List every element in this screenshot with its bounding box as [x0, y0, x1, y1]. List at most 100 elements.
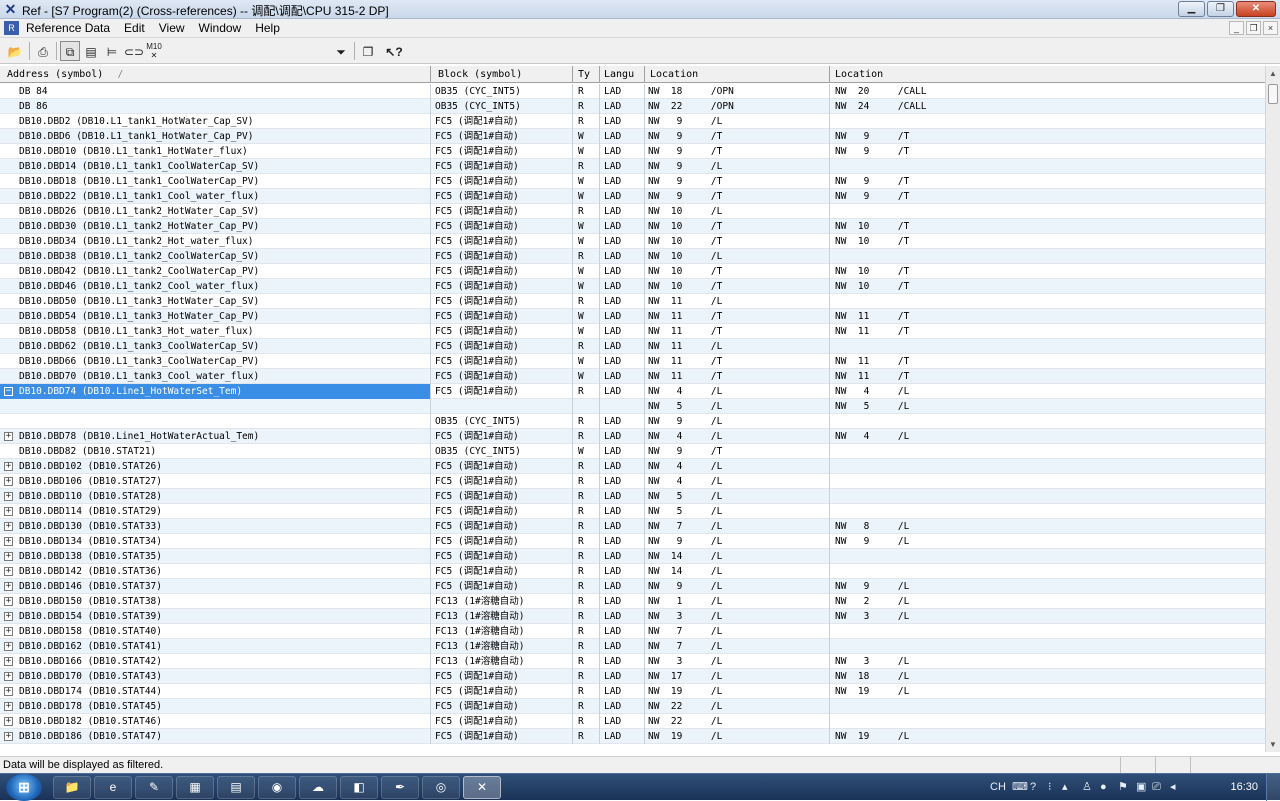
table-row[interactable]: + DB10.DBD114 (DB10.STAT29) FC5 (调配1#自动) R L…	[0, 504, 1265, 519]
unused-symbols-icon[interactable]: ⊂⊃	[123, 41, 144, 61]
expand-icon[interactable]: +	[4, 642, 13, 651]
help-pointer-icon[interactable]: ↖?	[384, 41, 404, 61]
table-row[interactable]: + DB10.DBD154 (DB10.STAT39) FC13 (1#溶糖自动) R…	[0, 609, 1265, 624]
table-row[interactable]: + DB10.DBD178 (DB10.STAT45) FC5 (调配1#自动) R L…	[0, 699, 1265, 714]
table-row[interactable]: + DB10.DBD174 (DB10.STAT44) FC5 (调配1#自动) R L…	[0, 684, 1265, 699]
ime-settings-icon[interactable]: ⁝	[1048, 780, 1052, 794]
table-row[interactable]: + DB10.DBD146 (DB10.STAT37) FC5 (调配1#自动) R L…	[0, 579, 1265, 594]
cross-references-view-icon[interactable]: ⧉	[60, 41, 80, 61]
table-row[interactable]: DB10.DBD26 (DB10.L1_tank2_HotWater_Cap_S…	[0, 204, 1265, 219]
table-row[interactable]: + DB10.DBD130 (DB10.STAT33) FC5 (调配1#自动) R L…	[0, 519, 1265, 534]
addresses-without-symbols-icon[interactable]: M10 ✕	[144, 41, 164, 61]
expand-icon[interactable]: +	[4, 627, 13, 636]
simatic-ref-icon[interactable]: ✕	[463, 776, 501, 799]
device-icon[interactable]: ▣	[1136, 780, 1146, 794]
table-row[interactable]: DB10.DBD54 (DB10.L1_tank3_HotWater_Cap_P…	[0, 309, 1265, 324]
table-row[interactable]: NW 5 /L NW 5 /L	[0, 399, 1265, 414]
table-row[interactable]: + DB10.DBD134 (DB10.STAT34) FC5 (调配1#自动) R L…	[0, 534, 1265, 549]
table-row[interactable]: DB10.DBD14 (DB10.L1_tank1_CoolWaterCap_S…	[0, 159, 1265, 174]
table-row[interactable]: DB10.DBD30 (DB10.L1_tank2_HotWater_Cap_P…	[0, 219, 1265, 234]
table-row[interactable]: DB10.DBD22 (DB10.L1_tank1_Cool_water_flu…	[0, 189, 1265, 204]
new-window-icon[interactable]: ❐	[358, 41, 378, 61]
volume-icon[interactable]: ◂	[1170, 780, 1176, 794]
open-folder-icon[interactable]: 📂	[5, 41, 25, 61]
menu-item-reference-data[interactable]: Reference Data	[26, 21, 110, 35]
expand-icon[interactable]: +	[4, 612, 13, 621]
table-row[interactable]: DB10.DBD10 (DB10.L1_tank1_HotWater_flux)…	[0, 144, 1265, 159]
table-row[interactable]: OB35 (CYC_INT5) R LAD NW 9 /L	[0, 414, 1265, 429]
mdi-close-button[interactable]: ×	[1263, 21, 1278, 35]
assignment-list-icon[interactable]: ▤	[81, 41, 101, 61]
table-row[interactable]: DB10.DBD34 (DB10.L1_tank2_Hot_water_flux…	[0, 234, 1265, 249]
table-row[interactable]: DB10.DBD18 (DB10.L1_tank1_CoolWaterCap_P…	[0, 174, 1265, 189]
column-header-block[interactable]: Block (symbol)	[431, 66, 573, 83]
table-row[interactable]: + DB10.DBD186 (DB10.STAT47) FC5 (调配1#自动) R L…	[0, 729, 1265, 744]
expand-icon[interactable]: +	[4, 567, 13, 576]
vertical-scrollbar[interactable]: ▲ ▼	[1265, 66, 1280, 752]
user-icon[interactable]: ♙	[1082, 780, 1092, 794]
expand-icon[interactable]: +	[4, 732, 13, 741]
chrome-icon[interactable]: ◉	[258, 776, 296, 799]
calculator-icon[interactable]: ▤	[217, 776, 255, 799]
maximize-button[interactable]: ❐	[1207, 1, 1234, 17]
table-row[interactable]: DB 84 OB35 (CYC_INT5) R LAD NW 18 /OPN NW 20 …	[0, 84, 1265, 99]
show-desktop-button[interactable]	[1266, 774, 1280, 801]
print-icon[interactable]: ⎙	[33, 41, 53, 61]
expand-icon[interactable]: +	[4, 492, 13, 501]
table-row[interactable]: + DB10.DBD150 (DB10.STAT38) FC13 (1#溶糖自动) R…	[0, 594, 1265, 609]
expand-icon[interactable]: +	[4, 537, 13, 546]
table-row[interactable]: DB 86 OB35 (CYC_INT5) R LAD NW 22 /OPN NW 24 …	[0, 99, 1265, 114]
folder-icon[interactable]: 📁	[53, 776, 91, 799]
scroll-up-arrow-icon[interactable]: ▲	[1266, 66, 1280, 81]
minimize-button[interactable]: ▁	[1178, 1, 1205, 17]
table-row[interactable]: + DB10.DBD158 (DB10.STAT40) FC13 (1#溶糖自动) R…	[0, 624, 1265, 639]
table-row[interactable]: + DB10.DBD110 (DB10.STAT28) FC5 (调配1#自动) R L…	[0, 489, 1265, 504]
table-row[interactable]: DB10.DBD50 (DB10.L1_tank3_HotWater_Cap_S…	[0, 294, 1265, 309]
menu-item-edit[interactable]: Edit	[124, 21, 145, 35]
document-icon[interactable]: ✎	[135, 776, 173, 799]
table-row[interactable]: DB10.DBD6 (DB10.L1_tank1_HotWater_Cap_PV…	[0, 129, 1265, 144]
network-tray-icon[interactable]: ⎚	[1152, 780, 1161, 794]
filter-icon[interactable]: ⏷	[331, 41, 351, 61]
language-indicator[interactable]: CH	[990, 780, 1006, 794]
table-row[interactable]: DB10.DBD38 (DB10.L1_tank2_CoolWaterCap_S…	[0, 249, 1265, 264]
expand-icon[interactable]: +	[4, 552, 13, 561]
help-icon[interactable]: ?	[1030, 780, 1036, 794]
column-header-address[interactable]: Address (symbol) /	[0, 66, 431, 83]
menu-item-help[interactable]: Help	[255, 21, 280, 35]
table-row[interactable]: + DB10.DBD142 (DB10.STAT36) FC5 (调配1#自动) R L…	[0, 564, 1265, 579]
menu-item-window[interactable]: Window	[199, 21, 242, 35]
document-menu-icon[interactable]: R	[4, 21, 19, 35]
network-icon[interactable]: ◎	[422, 776, 460, 799]
scroll-down-arrow-icon[interactable]: ▼	[1266, 737, 1280, 752]
expand-icon[interactable]: +	[4, 597, 13, 606]
weather-icon[interactable]: ☁	[299, 776, 337, 799]
expand-icon[interactable]: +	[4, 507, 13, 516]
expand-icon[interactable]: +	[4, 702, 13, 711]
collapse-icon[interactable]: −	[4, 387, 13, 396]
expand-icon[interactable]: +	[4, 462, 13, 471]
keyboard-icon[interactable]: ⌨	[1012, 780, 1028, 794]
expand-icon[interactable]: +	[4, 522, 13, 531]
column-header-language[interactable]: Langu	[600, 66, 645, 83]
browser-icon[interactable]: e	[94, 776, 132, 799]
table-row[interactable]: DB10.DBD70 (DB10.L1_tank3_Cool_water_flu…	[0, 369, 1265, 384]
expand-icon[interactable]: +	[4, 477, 13, 486]
scroll-thumb[interactable]	[1268, 84, 1278, 104]
mdi-restore-button[interactable]: ❐	[1246, 21, 1261, 35]
start-button[interactable]: ⊞	[6, 774, 42, 801]
table-row[interactable]: DB10.DBD62 (DB10.L1_tank3_CoolWaterCap_S…	[0, 339, 1265, 354]
table-row[interactable]: + DB10.DBD182 (DB10.STAT46) FC5 (调配1#自动) R L…	[0, 714, 1265, 729]
column-header-location-2[interactable]: Location	[830, 66, 1265, 83]
menu-item-view[interactable]: View	[159, 21, 185, 35]
expand-icon[interactable]: +	[4, 672, 13, 681]
expand-icon[interactable]: +	[4, 687, 13, 696]
column-header-type[interactable]: Ty	[573, 66, 600, 83]
table-row[interactable]: + DB10.DBD170 (DB10.STAT43) FC5 (调配1#自动) R L…	[0, 669, 1265, 684]
mdi-minimize-button[interactable]: _	[1229, 21, 1244, 35]
security-icon[interactable]: ●	[1100, 780, 1107, 794]
clock[interactable]: 16:30	[1230, 781, 1258, 793]
expand-icon[interactable]: +	[4, 582, 13, 591]
table-row[interactable]: + DB10.DBD106 (DB10.STAT27) FC5 (调配1#自动) R L…	[0, 474, 1265, 489]
expand-icon[interactable]: +	[4, 657, 13, 666]
